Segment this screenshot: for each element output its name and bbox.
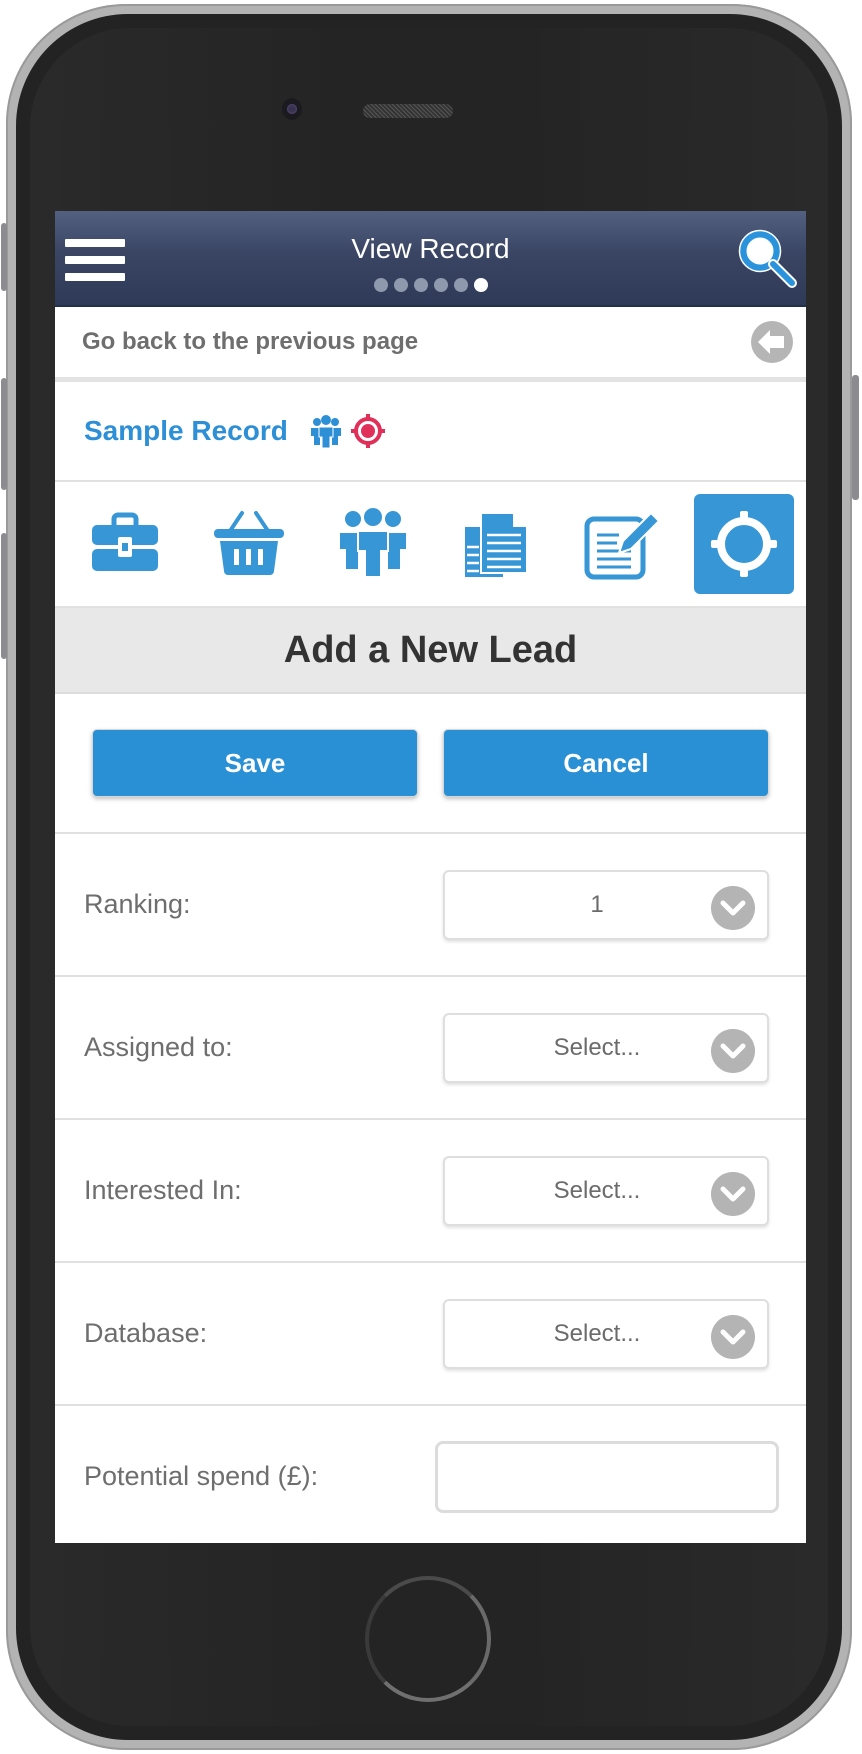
ranking-label: Ranking: <box>84 889 191 919</box>
chevron-down-icon[interactable] <box>711 1028 755 1073</box>
assigned-to-select[interactable]: Select... <box>443 1012 769 1083</box>
chevron-down-icon[interactable] <box>711 1171 755 1216</box>
interested-in-label: Interested In: <box>84 1175 242 1205</box>
edit-note-icon <box>584 511 660 580</box>
cancel-button[interactable]: Cancel <box>443 729 769 797</box>
app-header: View Record <box>55 211 806 307</box>
ranking-select[interactable]: 1 <box>443 869 769 940</box>
assigned-to-value: Select... <box>553 1033 641 1061</box>
chevron-down-icon[interactable] <box>711 885 755 930</box>
save-button[interactable]: Save <box>92 729 418 797</box>
app-screen: View Record Go back to the previous page… <box>55 211 806 1543</box>
back-arrow-icon[interactable] <box>750 320 794 364</box>
toolbar-edit-note[interactable] <box>570 494 670 594</box>
page-dot[interactable] <box>433 278 448 292</box>
target-icon <box>350 414 385 448</box>
record-name[interactable]: Sample Record <box>84 415 288 447</box>
basket-icon <box>213 511 284 575</box>
documents-icon <box>465 512 529 577</box>
side-button-volume-down <box>1 533 7 659</box>
people-icon <box>310 415 341 449</box>
action-buttons: Save Cancel <box>55 694 806 834</box>
form-row-potential-spend: Potential spend (£): <box>55 1406 806 1543</box>
people-icon <box>339 506 406 578</box>
toolbar-people[interactable] <box>323 494 423 594</box>
potential-spend-input[interactable] <box>435 1440 779 1513</box>
chevron-down-icon[interactable] <box>711 1314 755 1359</box>
ranking-value: 1 <box>590 890 604 918</box>
page-indicator <box>55 278 806 292</box>
interested-in-value: Select... <box>553 1176 641 1204</box>
section-title: Add a New Lead <box>55 608 806 694</box>
form-row-ranking: Ranking: 1 <box>55 834 806 977</box>
record-header: Sample Record <box>55 382 806 482</box>
toolbar-briefcase[interactable] <box>75 494 175 594</box>
form-row-assigned-to: Assigned to: Select... <box>55 977 806 1120</box>
briefcase-icon <box>92 512 158 571</box>
potential-spend-label: Potential spend (£): <box>84 1461 319 1491</box>
page-dot[interactable] <box>393 278 408 292</box>
target-icon <box>710 511 777 577</box>
back-link-row[interactable]: Go back to the previous page <box>55 307 806 382</box>
back-link-label[interactable]: Go back to the previous page <box>82 328 418 356</box>
form-row-interested-in: Interested In: Select... <box>55 1120 806 1263</box>
form-row-database: Database: Select... <box>55 1263 806 1406</box>
search-icon[interactable] <box>736 227 798 289</box>
database-value: Select... <box>553 1319 641 1347</box>
page-dot[interactable] <box>453 278 468 292</box>
toolbar-target-active[interactable] <box>693 494 794 594</box>
database-select[interactable]: Select... <box>443 1298 769 1369</box>
page-dot[interactable] <box>413 278 428 292</box>
side-button-mute <box>1 223 7 291</box>
toolbar-basket[interactable] <box>199 494 299 594</box>
page-dot[interactable] <box>373 278 388 292</box>
interested-in-select[interactable]: Select... <box>443 1155 769 1226</box>
front-camera <box>282 98 302 120</box>
side-button-power <box>852 375 859 500</box>
database-label: Database: <box>84 1318 208 1348</box>
page-dot-active[interactable] <box>473 278 488 292</box>
side-button-volume-up <box>1 378 7 490</box>
record-toolbar <box>55 482 806 608</box>
toolbar-documents[interactable] <box>446 494 546 594</box>
home-button[interactable] <box>365 1576 491 1702</box>
lead-form: Ranking: 1 Assigned to: Select... Intere… <box>55 834 806 1543</box>
page-title: View Record <box>351 233 510 264</box>
assigned-to-label: Assigned to: <box>84 1032 233 1062</box>
earpiece-speaker <box>363 104 453 118</box>
